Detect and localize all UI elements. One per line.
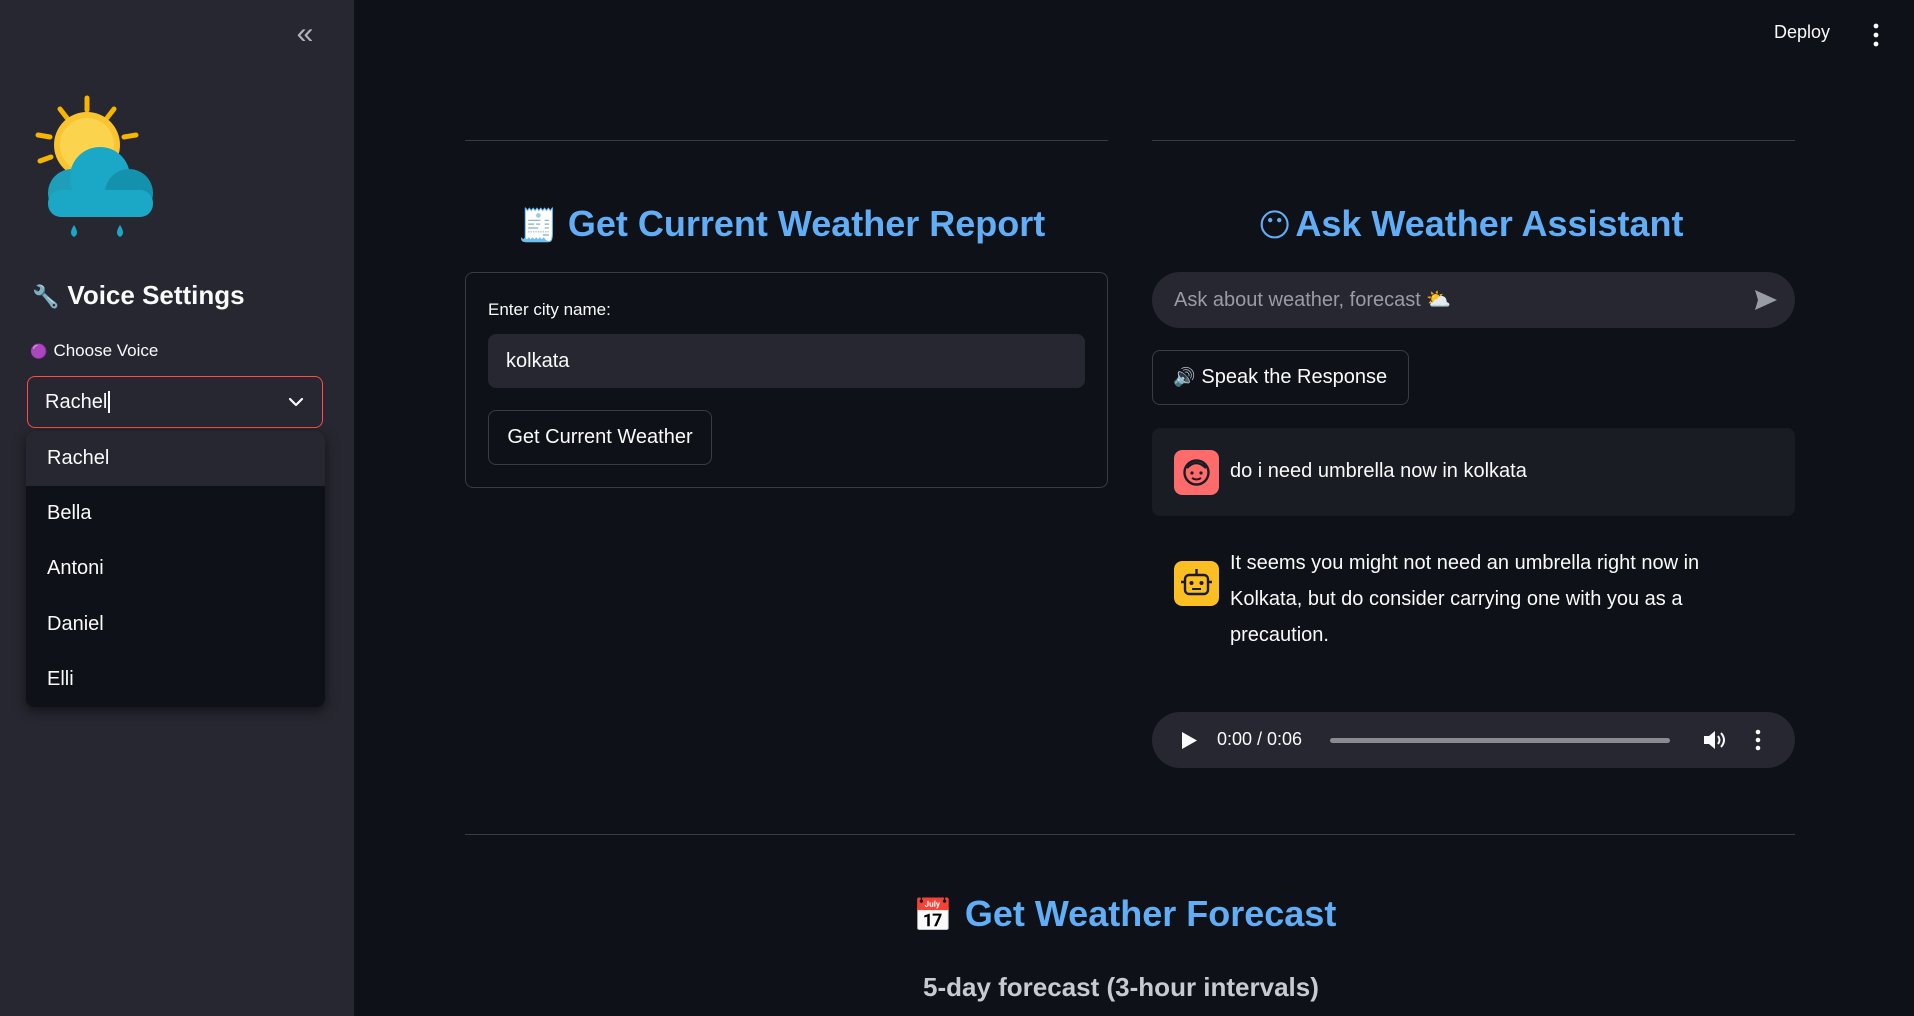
voice-dropdown-menu: Rachel Bella Antoni Daniel Elli — [26, 431, 325, 707]
audio-player: 0:00 / 0:06 — [1152, 712, 1795, 768]
voice-option-antoni[interactable]: Antoni — [26, 541, 325, 596]
wrench-icon: 🔧 — [32, 284, 60, 309]
sidebar: « 🔧 Voice Settings 🟣 Choose Voice Rachel R… — [0, 0, 354, 1016]
face-icon: 😶 — [1258, 207, 1292, 243]
voice-option-daniel[interactable]: Daniel — [26, 597, 325, 652]
voice-option-rachel[interactable]: Rachel — [26, 431, 325, 487]
audio-progress-bar[interactable] — [1330, 738, 1670, 743]
forecast-subtitle: 5-day forecast (3-hour intervals) — [923, 972, 1319, 1002]
receipt-icon: 🧾 — [518, 207, 558, 243]
deploy-button[interactable]: Deploy — [1774, 22, 1830, 43]
chat-input[interactable] — [1152, 272, 1732, 328]
weather-logo-icon — [35, 95, 153, 237]
chat-input-container — [1152, 272, 1795, 328]
calendar-icon: 📅 — [913, 897, 953, 933]
play-icon[interactable] — [1180, 731, 1198, 750]
user-message-text: do i need umbrella now in kolkata — [1230, 460, 1527, 482]
weather-form: Enter city name: Get Current Weather — [465, 272, 1108, 488]
forecast-title: 📅 Get Weather Forecast — [913, 893, 1337, 934]
choose-voice-label: 🟣 Choose Voice — [30, 341, 159, 360]
city-input[interactable] — [488, 334, 1085, 388]
chevron-down-icon[interactable] — [286, 392, 306, 412]
send-icon[interactable] — [1753, 288, 1779, 312]
chat-message-user: do i need umbrella now in kolkata — [1152, 428, 1795, 516]
divider — [465, 140, 1108, 141]
assistant-message-text: It seems you might not need an umbrella … — [1230, 552, 1700, 646]
speak-response-button[interactable]: 🔊 Speak the Response — [1152, 350, 1409, 405]
chat-message-assistant: It seems you might not need an umbrella … — [1152, 545, 1795, 675]
main-menu-icon[interactable] — [1866, 22, 1886, 48]
divider — [465, 834, 1795, 835]
purple-circle-icon: 🟣 — [30, 343, 48, 359]
voice-settings-heading: 🔧 Voice Settings — [32, 280, 245, 310]
voice-select-value[interactable]: Rachel — [45, 391, 111, 413]
current-weather-title: 🧾 Get Current Weather Report — [518, 203, 1046, 244]
divider — [1152, 140, 1795, 141]
audio-time: 0:00 / 0:06 — [1217, 729, 1303, 749]
city-label: Enter city name: — [488, 300, 611, 319]
user-avatar-icon — [1174, 450, 1219, 495]
assistant-title: 😶 Ask Weather Assistant — [1258, 203, 1684, 244]
speaker-icon: 🔊 — [1173, 367, 1196, 387]
bot-avatar-icon — [1174, 561, 1219, 606]
voice-select[interactable]: Rachel — [27, 376, 323, 428]
collapse-sidebar-icon[interactable]: « — [287, 19, 323, 50]
voice-option-bella[interactable]: Bella — [26, 486, 325, 541]
volume-icon[interactable] — [1702, 728, 1728, 752]
audio-options-icon[interactable] — [1752, 728, 1764, 752]
get-current-weather-button[interactable]: Get Current Weather — [488, 410, 712, 465]
voice-option-elli[interactable]: Elli — [26, 652, 325, 707]
